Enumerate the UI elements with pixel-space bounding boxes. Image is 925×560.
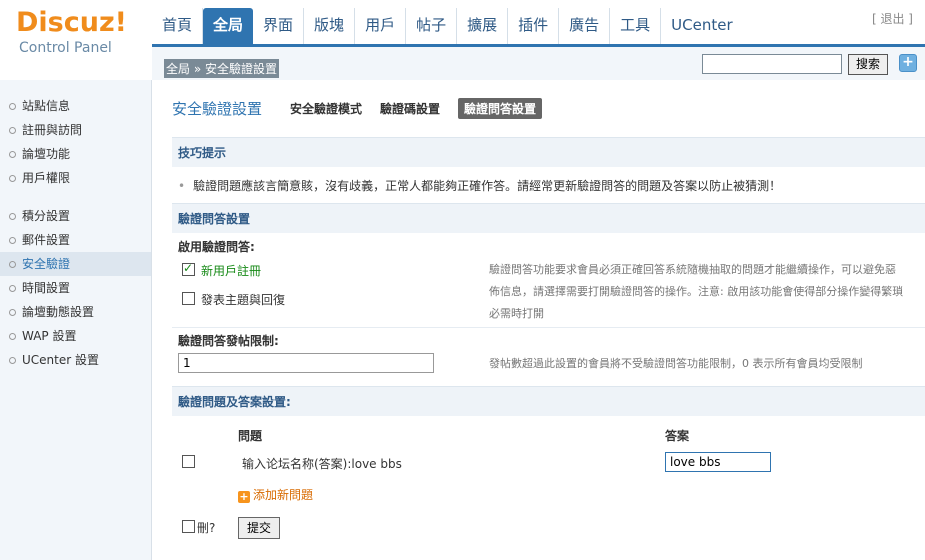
qa-settings-heading: 驗證問答設置 [172,203,925,233]
tab-qa-settings[interactable]: 驗證問答設置 [458,97,543,119]
answer-input[interactable]: love bbs [665,452,771,472]
tips-text: 驗證問題應該言簡意賅，沒有歧義，正常人都能夠正確作答。請經常更新驗證問答的問題及… [193,179,782,193]
sidebar-item[interactable]: 站點信息 [0,94,151,118]
column-answer-header: 答案 [665,429,690,443]
post-limit-description: 發帖數超過此設置的會員將不受驗證問答功能限制，0 表示所有會員均受限制 [489,357,863,370]
question-text[interactable]: 输入论坛名称(答案):love bbs [242,455,402,472]
main-content: 安全驗證設置 安全驗證模式 驗證碼設置 驗證問答設置 技巧提示 • 驗證問題應該言… [152,80,925,560]
tab-captcha-settings[interactable]: 驗證碼設置 [380,100,440,117]
sidebar-item[interactable]: 註冊與訪問 [0,118,151,142]
nav-item-8[interactable]: 廣告 [559,8,611,44]
page-title: 安全驗證設置 [172,99,263,118]
logo-subtitle: Control Panel [19,40,112,56]
sub-bar: 全局 » 安全驗證設置 搜索 + [152,44,925,80]
search-button[interactable]: 搜索 [848,54,888,75]
logo: Discuz! Control Panel [16,7,127,64]
add-icon: + [238,490,250,503]
option-post-reply-label: 發表主題與回復 [201,293,286,307]
post-limit-input[interactable]: 1 [178,353,434,373]
sidebar-item[interactable]: 安全驗證 [0,252,151,276]
checkbox-post-reply[interactable] [182,292,195,305]
sidebar-item[interactable]: 論壇動態設置 [0,300,151,324]
sidebar-item[interactable]: 論壇功能 [0,142,151,166]
bullet-icon: • [178,179,186,193]
submit-button[interactable]: 提交 [238,517,280,539]
row-divider [172,327,925,328]
add-question-link[interactable]: + 添加新問題 [238,486,313,503]
enable-qa-label: 啟用驗證問答: [178,240,255,254]
nav-item-3[interactable]: 版塊 [304,8,356,44]
sidebar-item[interactable]: 用戶權限 [0,166,151,190]
enable-qa-description-line: 佈信息，請選擇需要打開驗證問答的操作。注意: 啟用該功能會使得部分操作變得繁瑣 [489,285,904,298]
option-new-user-register-label: 新用戶註冊 [201,264,262,278]
sidebar-item[interactable]: 積分設置 [0,204,151,228]
nav-item-5[interactable]: 帖子 [406,8,458,44]
nav-item-2[interactable]: 界面 [253,8,305,44]
sidebar-item[interactable]: 郵件設置 [0,228,151,252]
checkbox-new-user-register[interactable] [182,261,195,276]
nav-item-10[interactable]: UCenter [661,8,742,44]
sidebar-group: 站點信息 註冊與訪問 論壇功能 用戶權限 [0,94,151,190]
main-nav: 首頁 全局 界面 版塊 用戶 帖子 擴展 插件 廣告 工具 UCenter [152,8,743,44]
tips-heading: 技巧提示 [172,137,925,167]
nav-item-9[interactable]: 工具 [610,8,662,44]
nav-item-4[interactable]: 用戶 [355,8,407,44]
delete-all-checkbox[interactable] [182,520,195,533]
sidebar-item[interactable]: UCenter 設置 [0,348,151,372]
sidebar-item[interactable]: 時間設置 [0,276,151,300]
breadcrumb: 全局 » 安全驗證設置 [164,59,279,78]
search-input[interactable] [702,54,842,74]
sidebar-item[interactable]: WAP 設置 [0,324,151,348]
enable-qa-description: 驗證問答功能要求會員必須正確回答系統隨機抽取的問題才能繼續操作，可以避免惡 佈信… [489,259,925,325]
add-question-label: 添加新問題 [253,488,314,502]
enable-qa-description-line: 必需時打開 [489,307,544,320]
tips-line: • 驗證問題應該言簡意賅，沒有歧義，正常人都能夠正確作答。請經常更新驗證問答的問題… [178,177,781,194]
enable-qa-description-line: 驗證問答功能要求會員必須正確回答系統隨機抽取的問題才能繼續操作，可以避免惡 [489,263,896,276]
logo-brand: Discuz! [16,7,127,38]
delete-label: 刪? [197,521,216,535]
logout-link[interactable]: [ 退出 ] [872,10,913,27]
nav-item-6[interactable]: 擴展 [457,8,509,44]
nav-item-7[interactable]: 插件 [508,8,560,44]
nav-item-0[interactable]: 首頁 [152,8,204,44]
tab-verify-mode[interactable]: 安全驗證模式 [290,100,362,117]
page-header: 安全驗證設置 安全驗證模式 驗證碼設置 驗證問答設置 [172,96,560,120]
add-shortcut-button[interactable]: + [899,54,917,72]
column-question-header: 問題 [238,429,263,443]
post-limit-label: 驗證問答發帖限制: [178,334,279,348]
delete-row-checkbox[interactable] [182,455,195,468]
sidebar: 站點信息 註冊與訪問 論壇功能 用戶權限積分設置 郵件設置 安全驗證 時間設置 論壇動態設置 W… [0,80,152,560]
nav-item-1[interactable]: 全局 [203,8,254,44]
sidebar-group: 積分設置 郵件設置 安全驗證 時間設置 論壇動態設置 WAP 設置 UCenter 設置 [0,204,151,372]
qa-list-heading: 驗證問題及答案設置: [172,386,925,416]
